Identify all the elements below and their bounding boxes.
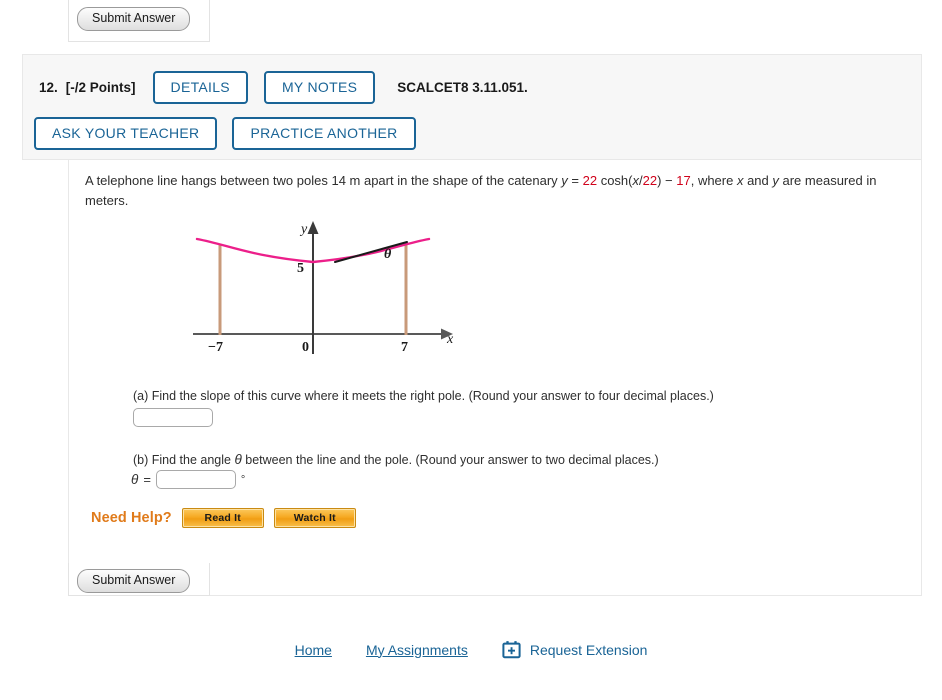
x-tick-label-right: 7 (401, 340, 408, 355)
my-notes-button[interactable]: MY NOTES (263, 71, 376, 104)
degree-symbol: ° (240, 473, 246, 486)
prompt-equals: = (567, 173, 583, 188)
x-tick-label-origin: 0 (302, 340, 309, 355)
part-a-text: (a) Find the slope of this curve where i… (133, 389, 714, 403)
prompt-inner-constant: 22 (642, 173, 658, 188)
request-extension-button[interactable]: Request Extension (502, 640, 648, 659)
watch-it-button[interactable]: Watch It (273, 508, 356, 528)
question-code: SCALCET8 3.11.051. (397, 80, 528, 95)
need-help-section: Need Help? Read It Watch It (91, 508, 356, 528)
question-header: 12. [-/2 Points] DETAILS MY NOTES SCALCE… (22, 54, 922, 160)
prompt-minus: − (665, 173, 677, 188)
part-b-text-pre: (b) Find the angle (133, 453, 235, 467)
problem-statement: A telephone line hangs between two poles… (85, 171, 920, 211)
prompt-constant: 17 (676, 173, 691, 188)
y-axis-label: y (299, 222, 308, 237)
question-number: 12. (39, 80, 58, 95)
question-body: A telephone line hangs between two poles… (68, 160, 922, 596)
prompt-cosh-open: cosh( (597, 173, 633, 188)
question-header-row-primary: 12. [-/2 Points] DETAILS MY NOTES SCALCE… (39, 71, 528, 104)
footer-link-my-assignments[interactable]: My Assignments (366, 642, 468, 658)
catenary-figure: y x 5 −7 0 7 θ (189, 218, 469, 358)
prompt-and: and (743, 173, 773, 188)
need-help-label: Need Help? (91, 510, 172, 526)
y-axis-arrow (307, 221, 319, 234)
submit-answer-button-top[interactable]: Submit Answer (77, 7, 191, 31)
prompt-text-part2: , where (690, 173, 737, 188)
part-b-theta-symbol: θ (234, 452, 242, 467)
theta-equals-sign: = (143, 472, 151, 487)
question-points: [-/2 Points] (65, 80, 136, 95)
question-header-row-secondary: ASK YOUR TEACHER PRACTICE ANOTHER (34, 117, 416, 150)
catenary-diagram-svg: y x 5 −7 0 7 θ (193, 221, 454, 355)
x-tick-label-left: −7 (208, 340, 223, 355)
part-b-answer-input[interactable] (155, 470, 236, 489)
footer-link-home[interactable]: Home (295, 642, 332, 658)
details-button[interactable]: DETAILS (152, 71, 248, 104)
read-it-button[interactable]: Read It (181, 508, 264, 528)
x-axis-label: x (446, 332, 454, 347)
question-submit-strip: Submit Answer (68, 563, 210, 596)
prompt-coefficient: 22 (582, 173, 598, 188)
y-tick-label-5: 5 (297, 261, 304, 276)
ask-your-teacher-button[interactable]: ASK YOUR TEACHER (34, 117, 218, 150)
theta-label: θ (131, 472, 139, 487)
calendar-plus-icon (502, 641, 521, 659)
part-b-text: (b) Find the angle θ between the line an… (133, 451, 659, 469)
tangent-line (334, 241, 408, 263)
theta-angle-label: θ (384, 247, 392, 262)
submit-answer-button[interactable]: Submit Answer (77, 569, 191, 593)
part-b-text-post: between the line and the pole. (Round yo… (241, 453, 659, 467)
request-extension-label: Request Extension (529, 641, 648, 658)
practice-another-button[interactable]: PRACTICE ANOTHER (232, 117, 416, 150)
prompt-text-part1: A telephone line hangs between two poles… (85, 173, 562, 188)
prompt-cosh-close: ) (657, 173, 666, 188)
page-footer: Home My Assignments Request Extension (0, 640, 942, 659)
part-b-answer-row: θ = ° (131, 470, 245, 489)
part-a-answer-input[interactable] (133, 408, 213, 427)
top-question-submit-strip: Submit Answer (68, 0, 210, 42)
